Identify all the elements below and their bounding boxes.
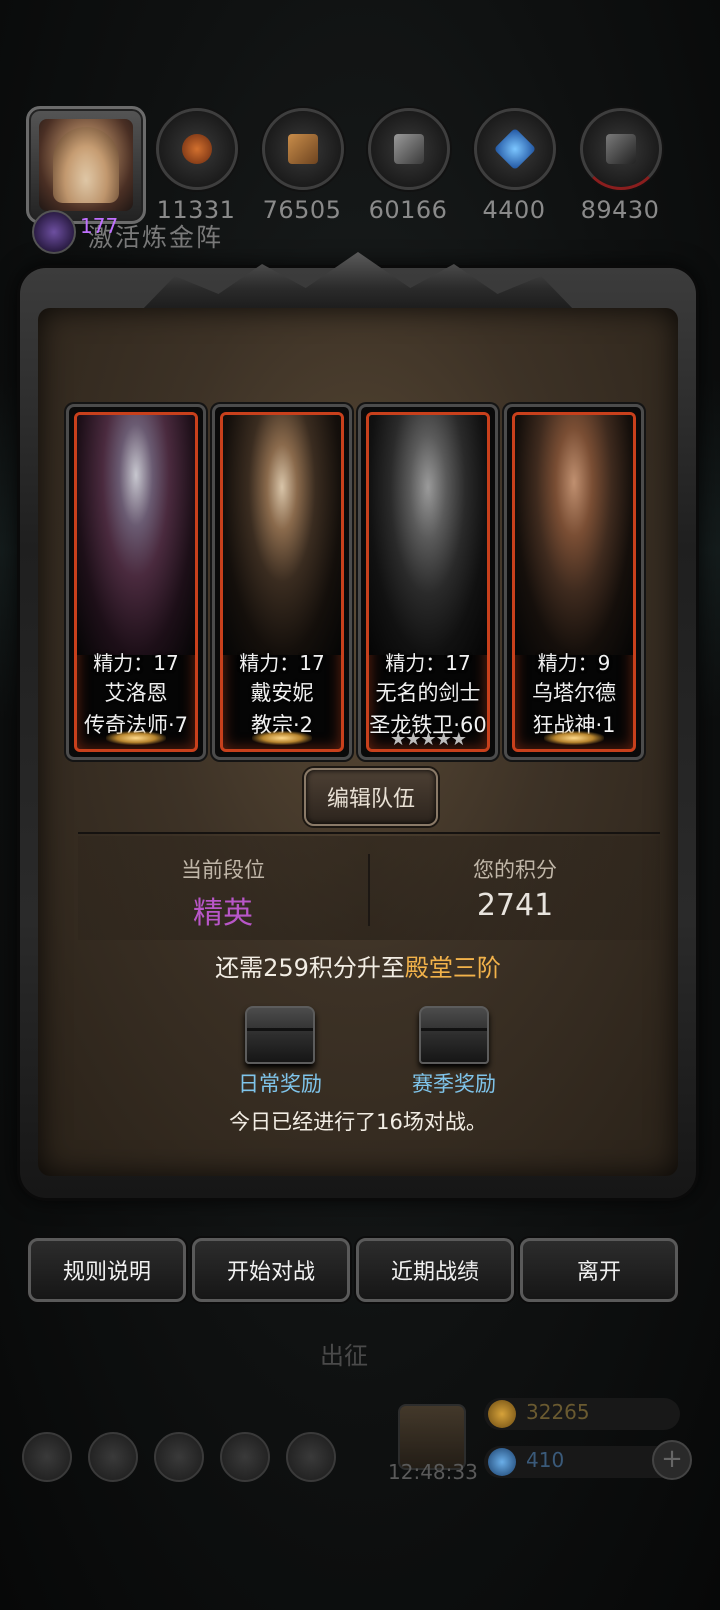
resource-value: 76505 [262, 196, 342, 224]
hero-stars: ★★★★★ [390, 729, 467, 750]
gold-counter: 32265 [484, 1398, 680, 1430]
expedition-label: 出征 [320, 1342, 368, 1370]
add-icon: + [652, 1440, 692, 1480]
rank-value: 精英 [193, 896, 253, 931]
moon-icon [544, 731, 604, 745]
battles-today: 今日已经进行了16场对战。 [229, 1110, 487, 1134]
hero-stamina: 精力：17 [239, 651, 325, 675]
hero-name: 艾洛恩 [104, 681, 168, 705]
leave-button[interactable]: 离开 [520, 1238, 678, 1302]
score-stat: 您的积分 2741 [370, 854, 660, 923]
hero-name: 无名的剑士 [375, 681, 481, 705]
score-value: 2741 [476, 888, 554, 923]
map-icon [286, 1432, 336, 1482]
timer: 12:48:33 [388, 1460, 478, 1484]
resource-meat[interactable]: 11331 [156, 108, 238, 224]
resource-wood[interactable]: 76505 [262, 108, 344, 224]
moon-icon [252, 731, 312, 745]
hero-name: 乌塔尔德 [532, 681, 616, 705]
resource-stone[interactable]: 60166 [368, 108, 450, 224]
moon-icon [106, 731, 166, 745]
chest-icon [245, 1006, 315, 1064]
castle-icon [154, 1432, 204, 1482]
iron-icon [580, 108, 662, 190]
hero-card-1[interactable]: 精力：17 艾洛恩 传奇法师·7 [66, 404, 206, 760]
rules-button[interactable]: 规则说明 [28, 1238, 186, 1302]
gold-coin-icon [488, 1400, 516, 1428]
hero-portrait [77, 415, 195, 655]
gold-value: 32265 [526, 1400, 590, 1424]
level-badge-icon [32, 210, 76, 254]
player-avatar[interactable] [26, 106, 146, 224]
promotion-target: 殿堂三阶 [404, 954, 501, 982]
wood-icon [262, 108, 344, 190]
score-label: 您的积分 [473, 858, 557, 882]
hero-stamina: 精力：17 [93, 651, 179, 675]
season-reward[interactable]: 赛季奖励 [394, 1006, 514, 1098]
hero-name: 戴安妮 [250, 681, 314, 705]
edit-team-button[interactable]: 编辑队伍 [304, 768, 438, 826]
resource-iron[interactable]: 89430 [580, 108, 662, 224]
crystal-icon [474, 108, 556, 190]
gem-value: 410 [526, 1448, 565, 1472]
hero-stamina: 精力：9 [537, 651, 611, 675]
divider [78, 832, 660, 834]
gem-icon [488, 1448, 516, 1476]
arena-panel: 精力：17 艾洛恩 传奇法师·7 精力：17 戴安妮 教宗·2 精力：17 无名… [20, 252, 696, 1198]
hero-stamina: 精力：17 [385, 651, 471, 675]
recent-record-button[interactable]: 近期战绩 [356, 1238, 514, 1302]
start-battle-button[interactable]: 开始对战 [192, 1238, 350, 1302]
resource-value: 11331 [156, 196, 236, 224]
daily-reward[interactable]: 日常奖励 [220, 1006, 340, 1098]
stone-icon [368, 108, 450, 190]
hero-card-3[interactable]: 精力：17 无名的剑士 圣龙铁卫·60 ★★★★★ [358, 404, 498, 760]
hero-card-4[interactable]: 精力：9 乌塔尔德 狂战神·1 [504, 404, 644, 760]
hero-card-2[interactable]: 精力：17 戴安妮 教宗·2 [212, 404, 352, 760]
meat-icon [156, 108, 238, 190]
rank-label: 当前段位 [181, 858, 265, 882]
player-level: 177 [80, 214, 119, 238]
resource-value: 89430 [580, 196, 660, 224]
hero-portrait [369, 415, 487, 655]
settings-icon [22, 1432, 72, 1482]
gem-counter: 410 [484, 1446, 680, 1478]
season-reward-label: 赛季奖励 [412, 1072, 496, 1096]
resource-crystal[interactable]: 4400 [474, 108, 556, 224]
panel-body: 精力：17 艾洛恩 传奇法师·7 精力：17 戴安妮 教宗·2 精力：17 无名… [38, 308, 678, 1176]
chest-icon [419, 1006, 489, 1064]
resource-value: 4400 [482, 196, 546, 224]
avatar-hair [53, 127, 119, 203]
mail-icon [220, 1432, 270, 1482]
daily-reward-label: 日常奖励 [238, 1072, 322, 1096]
hero-portrait [223, 415, 341, 655]
promotion-text: 还需259积分升至殿堂三阶 [38, 948, 678, 983]
rank-stat: 当前段位 精英 [78, 854, 368, 932]
star-icon [88, 1432, 138, 1482]
rank-score-panel: 当前段位 精英 您的积分 2741 [78, 836, 660, 940]
hero-portrait [515, 415, 633, 655]
resource-value: 60166 [368, 196, 448, 224]
promotion-prefix: 还需259积分升至 [215, 954, 405, 982]
avatar-portrait [39, 119, 133, 211]
